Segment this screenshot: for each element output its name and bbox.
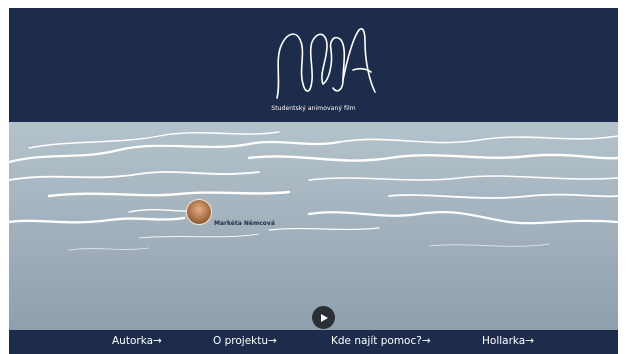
page-frame: Studentský animovaný film Markéta Němcov… xyxy=(9,8,618,354)
nav-o-projektu[interactable]: O projektu→ xyxy=(213,335,277,347)
nav-kde-najit-pomoc[interactable]: Kde najít pomoc?→ xyxy=(331,335,431,347)
footer-nav: Autorka→ O projektu→ Kde najít pomoc?→ H… xyxy=(9,330,618,354)
water-scene: Markéta Němcová xyxy=(9,122,618,330)
site-header: Studentský animovaný film xyxy=(9,8,618,122)
site-subtitle: Studentský animovaný film xyxy=(271,105,356,112)
person-name[interactable]: Markéta Němcová xyxy=(214,220,275,227)
nav-autorka[interactable]: Autorka→ xyxy=(112,335,162,347)
nav-hollarka[interactable]: Hollarka→ xyxy=(482,335,534,347)
water-ripples xyxy=(9,131,618,251)
avatar[interactable] xyxy=(186,199,212,225)
voda-logo[interactable] xyxy=(271,20,379,102)
play-button[interactable] xyxy=(312,306,335,329)
play-icon xyxy=(321,313,328,322)
